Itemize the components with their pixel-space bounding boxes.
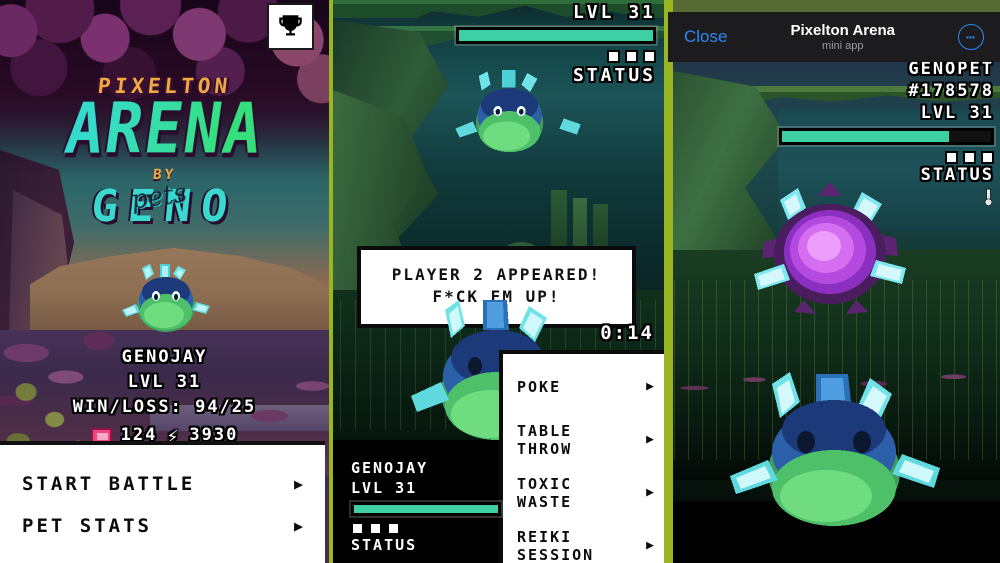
enemy-health-bar [456, 27, 656, 44]
trophy-button[interactable] [267, 3, 314, 50]
player-pet-sprite [730, 372, 940, 526]
player-status-pips [351, 522, 501, 535]
enemy-level: LVL 31 [572, 2, 656, 23]
chevron-right-icon: ▶ [646, 379, 654, 394]
status-pip [607, 50, 620, 63]
player-hud: GENOJAY LVL 31 STATUS [351, 458, 501, 555]
enemy-health-bar [779, 128, 994, 145]
enemy-status-pips [456, 50, 656, 63]
move-item-table-throw[interactable]: TABLE THROW ▶ [503, 413, 664, 466]
pet-level: LVL 31 [127, 372, 202, 392]
move-item-toxic-waste[interactable]: TOXIC WASTE ▶ [503, 466, 664, 519]
player-status-label: STATUS [351, 536, 418, 554]
more-options-icon[interactable]: ⋯ [958, 24, 984, 50]
move-item-reiki-session[interactable]: REIKI SESSION ▶ [503, 519, 664, 563]
battle-timer: 0:14 [600, 322, 654, 344]
panel-left-accent-stripe [668, 0, 673, 563]
enemy-health-bar-fill [459, 30, 653, 41]
menu-item-start-battle[interactable]: START BATTLE ▶ [0, 463, 325, 505]
close-button[interactable]: Close [684, 27, 727, 47]
menu-item-pet-stats[interactable]: PET STATS ▶ [0, 505, 325, 547]
enemy-status-label: STATUS [920, 165, 994, 185]
move-label: TABLE THROW [517, 421, 573, 458]
player-health-bar [351, 502, 501, 516]
enemy-health-bar-fill [782, 131, 950, 142]
pet-win-loss: WIN/LOSS: 94/25 [72, 397, 257, 417]
enemy-id: #178578 [908, 81, 994, 101]
status-pip [981, 151, 994, 164]
mini-app-header: Close Pixelton Arena mini app ⋯ [668, 12, 1000, 62]
chevron-right-icon: ▶ [646, 485, 654, 500]
three-panel-screenshot: PIXELTON ARENA BY GENO pets GENOJAY LVL … [0, 0, 1000, 563]
menu-item-label: START BATTLE [22, 473, 196, 495]
logo-arena-text: ARENA [0, 88, 329, 170]
status-pip [387, 522, 400, 535]
move-label: TOXIC WASTE [517, 474, 573, 511]
chevron-right-icon: ▶ [646, 538, 654, 553]
panel-title-screen: PIXELTON ARENA BY GENO pets GENOJAY LVL … [0, 0, 333, 563]
player-health-bar-fill [354, 505, 498, 513]
enemy-pet-sprite [455, 70, 581, 153]
panel-battle-screen: LVL 31 STATUS PLAYER 2 APPEARED! F*CK EM… [333, 0, 668, 563]
pet-stats-block: GENOJAY LVL 31 WIN/LOSS: 94/25 124 ⚡ 393… [0, 345, 329, 448]
dialog-line-1: PLAYER 2 APPEARED! [391, 265, 602, 284]
background-top-band [668, 0, 1000, 12]
status-pip [351, 522, 364, 535]
player-pet-name: GENOJAY [351, 459, 429, 477]
main-menu: START BATTLE ▶ PET STATS ▶ [0, 441, 325, 563]
move-label: REIKI SESSION [517, 527, 595, 563]
player-pet-level: LVL 31 [351, 479, 418, 497]
status-pip [369, 522, 382, 535]
app-subtitle: mini app [821, 40, 864, 52]
pet-genojay-sprite [122, 264, 210, 332]
enemy-status-pips [779, 151, 994, 164]
status-pip [625, 50, 638, 63]
pet-name: GENOJAY [121, 347, 208, 367]
status-pip [945, 151, 958, 164]
chevron-right-icon: ▶ [293, 475, 303, 493]
chevron-right-icon: ▶ [293, 517, 303, 535]
status-pip [963, 151, 976, 164]
trophy-icon [279, 15, 302, 36]
move-menu: POKE ▶ TABLE THROW ▶ TOXIC WASTE ▶ REIKI… [499, 350, 664, 563]
move-label: POKE [517, 377, 562, 396]
status-pip [643, 50, 656, 63]
panel-mini-app: Close Pixelton Arena mini app ⋯ GENOPET … [668, 0, 1000, 563]
header-title-block: Pixelton Arena mini app [727, 22, 958, 52]
app-title: Pixelton Arena [790, 22, 895, 39]
enemy-level: LVL 31 [920, 103, 994, 123]
move-item-poke[interactable]: POKE ▶ [503, 360, 664, 413]
enemy-hud: GENOPET #178578 LVL 31 STATUS [779, 58, 994, 207]
menu-item-label: PET STATS [22, 515, 152, 537]
chevron-right-icon: ▶ [646, 432, 654, 447]
thermometer-icon [779, 188, 994, 207]
